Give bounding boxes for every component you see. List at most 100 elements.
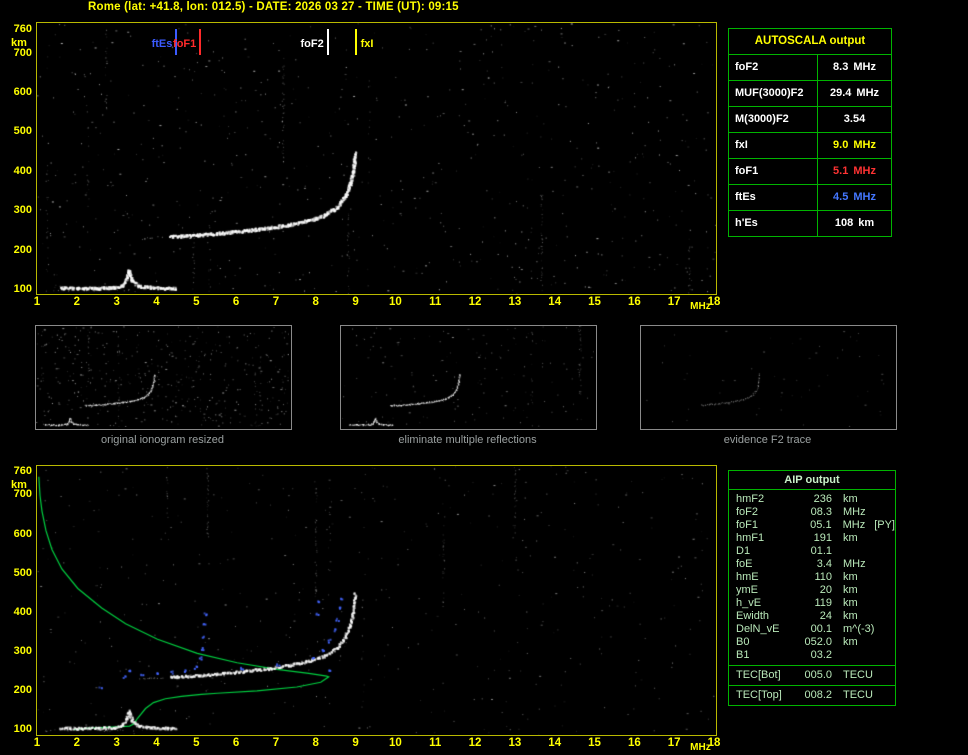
- y-tick-label: 760: [13, 465, 32, 477]
- x-tick-label: 8: [312, 296, 319, 308]
- x-tick-label: 4: [153, 737, 160, 749]
- x-tick-label: 5: [193, 296, 200, 308]
- x-tick-label: 5: [193, 737, 200, 749]
- autoscala-row: ftEs 4.5 MHz: [729, 185, 891, 211]
- x-tick-label: 6: [232, 737, 240, 749]
- x-tick-label: 3: [113, 296, 120, 308]
- aip-row: Ewidth 24 km: [736, 610, 858, 622]
- x-tick-label: 11: [429, 296, 442, 308]
- x-tick-label: 15: [588, 296, 601, 308]
- y-tick-label: 200: [13, 243, 32, 256]
- autoscala-row-label: h'Es: [729, 211, 818, 236]
- autoscala-row-value: 5.1 MHz: [833, 165, 876, 177]
- y-axis-unit: km: [11, 479, 27, 491]
- y-tick-label: 300: [13, 644, 32, 657]
- station-title: Rome (lat: +41.8, lon: 012.5) - DATE: 20…: [88, 1, 459, 13]
- x-tick-label: 9: [352, 737, 359, 749]
- y-tick-label: 500: [13, 566, 32, 579]
- aip-row: foF1 05.1 MHz [PY]: [736, 519, 895, 531]
- autoscala-row: foF1 5.1 MHz: [729, 159, 891, 185]
- autoscala-table-title: AUTOSCALA output: [729, 29, 891, 55]
- aip-table-rows: hmF2 236 km foF2 08.3 MHz foF1 05.1 MHz [PY] hmF1 1…: [729, 493, 895, 662]
- autoscala-row: MUF(3000)F2 29.4 MHz: [729, 81, 891, 107]
- thumbnail-original-ionogram: [35, 325, 292, 430]
- thumbnail-reflections-canvas: [341, 326, 594, 427]
- aip-row: foE 3.4 MHz: [736, 558, 866, 570]
- y-tick-label: 300: [13, 204, 32, 217]
- aip-table-title: AIP output: [729, 471, 895, 490]
- x-tick-label: 13: [508, 737, 522, 749]
- x-tick-label: 8: [312, 737, 319, 749]
- y-tick-label: 760: [13, 23, 32, 35]
- autoscala-row: h'Es 108 km: [729, 211, 891, 236]
- x-tick-label: 4: [153, 296, 160, 308]
- autoscala-row-value: 4.5 MHz: [833, 191, 876, 203]
- thumbnail-f2-trace: [640, 325, 897, 430]
- profile-plot: [36, 465, 717, 736]
- y-tick-label: 100: [13, 723, 32, 735]
- autoscala-row-value: 3.54: [843, 113, 866, 125]
- caption-multiple-reflections: eliminate multiple reflections: [398, 434, 537, 446]
- autoscala-row-value: 108 km: [834, 217, 875, 229]
- autoscala-table-rows: foF2 8.3 MHz MUF(3000)F2 29.4 MHz M(3000)F2 3.5…: [729, 55, 891, 236]
- autoscala-row-label: fxI: [729, 133, 818, 158]
- autoscala-row: M(3000)F2 3.54: [729, 107, 891, 133]
- x-tick-label: 1: [33, 296, 41, 308]
- x-tick-label: 6: [232, 296, 240, 308]
- thumbnail-f2-canvas: [641, 326, 894, 427]
- aip-tec-row: TEC[Bot] 005.0 TECU: [736, 669, 873, 681]
- ionogram-plot: [36, 22, 717, 295]
- x-tick-label: 12: [468, 296, 482, 308]
- x-tick-label: 7: [272, 737, 280, 749]
- aip-row: B1 03.2: [736, 649, 832, 661]
- x-tick-label: 7: [272, 296, 280, 308]
- profile-canvas: [37, 466, 716, 735]
- x-axis-unit: MHz: [690, 742, 711, 753]
- x-tick-label: 3: [113, 737, 120, 749]
- y-axis-unit: km: [11, 37, 27, 49]
- y-tick-label: 200: [13, 683, 32, 696]
- x-tick-label: 17: [667, 737, 681, 749]
- aip-row: D1 01.1: [736, 545, 832, 557]
- aip-output-table: AIP output hmF2 236 km foF2 08.3 MHz foF1 05.1 M…: [728, 470, 896, 706]
- thumbnail-multiple-reflections: [340, 325, 597, 430]
- x-tick-label: 14: [548, 737, 562, 749]
- autoscala-row: fxI 9.0 MHz: [729, 133, 891, 159]
- autoscala-row-value: 29.4 MHz: [829, 87, 880, 99]
- autoscala-row-label: foF1: [729, 159, 818, 184]
- aip-row: ymE 20 km: [736, 584, 858, 596]
- x-tick-label: 12: [468, 737, 482, 749]
- aip-row: B0 052.0 km: [736, 636, 858, 648]
- aip-row: hmE 110 km: [736, 571, 858, 583]
- x-tick-label: 13: [508, 296, 522, 308]
- y-tick-label: 500: [13, 125, 32, 138]
- x-tick-label: 2: [73, 737, 81, 749]
- y-tick-label: 600: [13, 86, 32, 99]
- aip-tec-divider: [729, 685, 895, 686]
- autoscala-row-label: ftEs: [729, 185, 818, 210]
- caption-f2-trace: evidence F2 trace: [723, 434, 812, 446]
- autoscala-row-label: foF2: [729, 55, 818, 80]
- autoscala-output-table: AUTOSCALA output foF2 8.3 MHz MUF(3000)F2 29…: [728, 28, 892, 237]
- aip-row: hmF1 191 km: [736, 532, 858, 544]
- aip-row: h_vE 119 km: [736, 597, 858, 609]
- x-tick-label: 14: [548, 296, 562, 308]
- aip-row: foF2 08.3 MHz: [736, 506, 866, 518]
- y-tick-label: 400: [13, 164, 32, 177]
- aip-tec-row: TEC[Top] 008.2 TECU: [736, 689, 873, 701]
- autoscala-row-value: 9.0 MHz: [833, 139, 876, 151]
- x-tick-label: 15: [588, 737, 601, 749]
- x-tick-label: 11: [429, 737, 442, 749]
- aip-tec-rows: TEC[Bot] 005.0 TECU TEC[Top] 008.2 TECU: [729, 669, 895, 702]
- x-tick-label: 16: [627, 737, 641, 749]
- y-tick-label: 400: [13, 605, 32, 618]
- autoscala-row-label: M(3000)F2: [729, 107, 818, 132]
- autoscala-row-label: MUF(3000)F2: [729, 81, 818, 106]
- thumbnail-original-canvas: [36, 326, 289, 427]
- x-tick-label: 16: [627, 296, 641, 308]
- x-tick-label: 10: [389, 737, 402, 749]
- ionogram-canvas: [37, 23, 716, 294]
- x-tick-label: 1: [33, 737, 41, 749]
- aip-row: hmF2 236 km: [736, 493, 858, 505]
- y-tick-label: 100: [13, 283, 32, 295]
